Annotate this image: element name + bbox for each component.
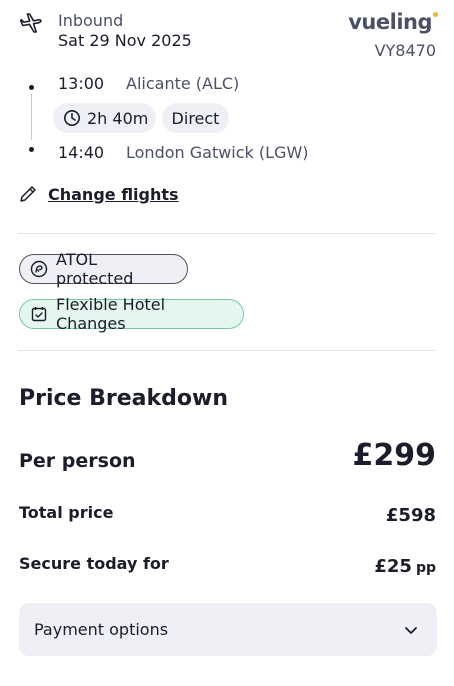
divider [18,233,436,234]
secure-today-label: Secure today for [19,554,169,573]
payment-options-dropdown[interactable]: Payment options [19,603,437,656]
flexible-changes-badge: Flexible Hotel Changes [19,295,244,333]
duration-text: 2h 40m [87,108,149,128]
duration-chip: 2h 40m [53,103,156,133]
logo-dot [433,12,438,17]
flight-number: VY8470 [374,41,436,60]
arrival-time: 14:40 [58,143,105,162]
flight-date: Sat 29 Nov 2025 [58,31,192,50]
calendar-check-icon [30,305,48,323]
departure-dot [29,85,34,90]
per-person-value: £299 [352,438,437,473]
price-breakdown-title: Price Breakdown [19,386,228,411]
airline-logo-text: vueling [348,10,432,34]
pencil-icon [18,184,38,204]
chevron-down-icon [403,622,419,638]
per-person-label: Per person [19,450,136,472]
total-price-label: Total price [19,503,114,522]
atol-shield-icon [30,260,48,278]
flexible-text: Flexible Hotel Changes [56,295,166,333]
plane-icon [19,12,44,36]
arrival-dot [29,147,34,152]
stops-text: Direct [171,108,220,128]
flight-direction: Inbound [58,11,124,30]
stops-chip: Direct [162,103,229,133]
clock-icon [63,109,81,127]
arrival-place: London Gatwick (LGW) [126,143,309,162]
secure-today-amount: £25 [374,556,412,577]
atol-badge: ATOL protected [19,250,188,288]
secure-today-unit: pp [415,560,436,576]
airline-logo: vueling [348,10,438,34]
atol-text: ATOL protected [56,250,134,288]
departure-time: 13:00 [58,74,105,93]
total-price-value: £598 [385,505,436,526]
timeline-line [31,94,32,140]
divider [18,350,436,351]
secure-today-value: £25 pp [374,556,436,577]
departure-place: Alicante (ALC) [126,74,240,93]
payment-options-label: Payment options [34,620,169,639]
change-flights-button[interactable]: Change flights [18,184,179,204]
change-flights-link[interactable]: Change flights [48,185,179,204]
